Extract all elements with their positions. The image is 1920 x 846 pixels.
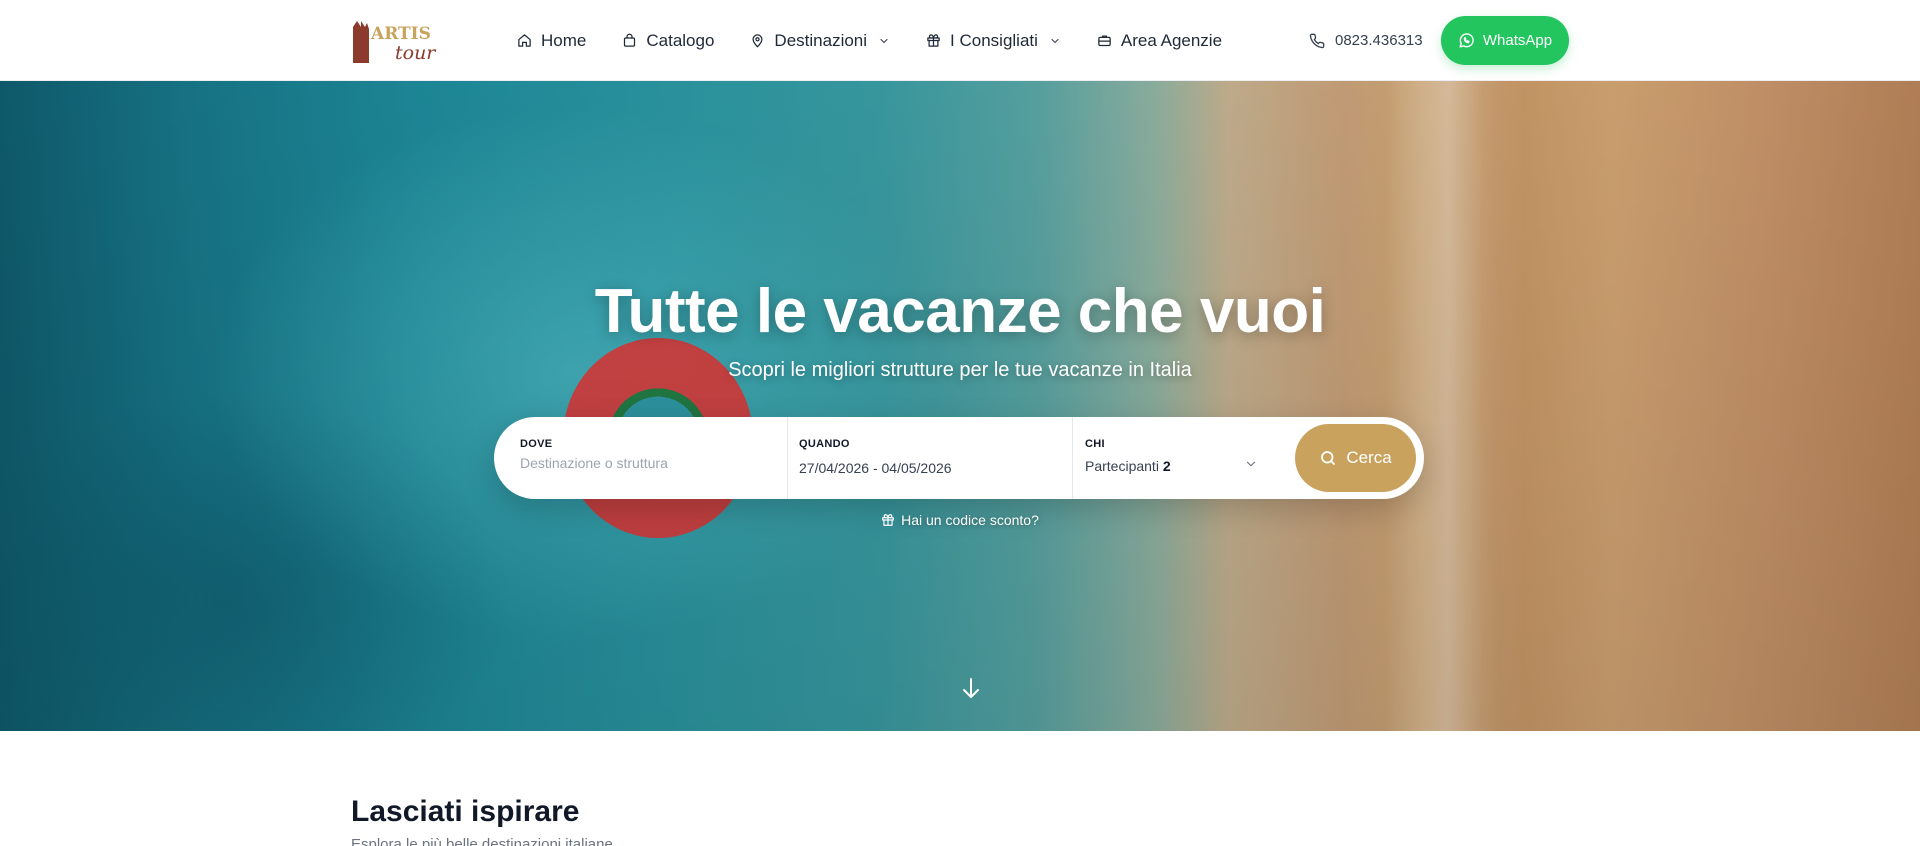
chevron-down-icon — [880, 38, 888, 43]
artis-tour-logo[interactable]: ARTIS tour — [351, 15, 443, 65]
section-subtitle: Esplora le più belle destinazioni italia… — [351, 836, 613, 846]
chevron-down-icon — [1246, 461, 1256, 467]
search-icon — [1321, 451, 1336, 465]
nav-consigliati-label: I Consigliati — [950, 30, 1038, 50]
date-range-input[interactable]: 27/04/2026 - 04/05/2026 — [799, 460, 952, 476]
svg-text:ARTIS: ARTIS — [370, 24, 431, 44]
search-field-chi[interactable]: CHI Partecipanti 2 — [1073, 417, 1278, 499]
nav-catalogo-label: Catalogo — [646, 30, 715, 50]
phone-icon — [1309, 33, 1325, 48]
section-title: Lasciati ispirare — [351, 795, 580, 828]
search-field-dove[interactable]: DOVE Destinazione o struttura — [494, 417, 788, 499]
search-bar: DOVE Destinazione o struttura QUANDO 27/… — [494, 417, 1424, 499]
nav-home[interactable]: Home — [517, 31, 586, 51]
participants-text: Partecipanti — [1085, 458, 1159, 474]
nav-consigliati[interactable]: I Consigliati — [926, 31, 1061, 51]
destination-input[interactable]: Destinazione o struttura — [520, 455, 668, 471]
gift-icon — [927, 34, 940, 47]
hero-banner: Tutte le vacanze che vuoi Scopri le migl… — [0, 81, 1920, 731]
discount-code-link[interactable]: Hai un codice sconto? — [0, 512, 1920, 528]
dove-label: DOVE — [520, 438, 553, 450]
nav-destinazioni-label: Destinazioni — [774, 30, 868, 50]
chi-label: CHI — [1085, 438, 1105, 450]
scroll-down-arrow[interactable] — [961, 676, 981, 705]
whatsapp-icon — [1459, 33, 1474, 48]
map-pin-icon — [752, 34, 763, 48]
chevron-down-icon — [1051, 38, 1059, 43]
phone-number: 0823.436313 — [1335, 32, 1423, 49]
search-button-label: Cerca — [1346, 448, 1392, 467]
site-header: ARTIS tour Home Catalogo Destinazioni I … — [0, 0, 1920, 81]
home-icon — [518, 34, 531, 47]
nav-destinazioni[interactable]: Destinazioni — [750, 31, 890, 51]
participants-count: 2 — [1162, 458, 1171, 474]
gift-icon — [882, 514, 894, 526]
nav-catalogo[interactable]: Catalogo — [622, 31, 714, 51]
nav-area-agenzie-label: Area Agenzie — [1120, 30, 1223, 50]
hero-subtitle: Scopri le migliori strutture per le tue … — [728, 359, 1192, 381]
whatsapp-label: WhatsApp — [1482, 32, 1553, 49]
quando-label: QUANDO — [799, 438, 850, 450]
search-button[interactable]: Cerca — [1295, 424, 1416, 492]
search-field-quando[interactable]: QUANDO 27/04/2026 - 04/05/2026 — [788, 417, 1073, 499]
main-nav: Home Catalogo Destinazioni I Consigliati… — [517, 0, 1258, 81]
discount-code-label: Hai un codice sconto? — [901, 512, 1039, 528]
bag-icon — [624, 33, 636, 47]
nav-area-agenzie[interactable]: Area Agenzie — [1097, 31, 1222, 51]
arrow-down-icon — [963, 678, 979, 698]
nav-home-label: Home — [541, 30, 587, 50]
participants-select[interactable]: Partecipanti 2 — [1085, 458, 1171, 474]
whatsapp-button[interactable]: WhatsApp — [1441, 16, 1569, 65]
svg-text:tour: tour — [395, 42, 437, 64]
briefcase-icon — [1098, 35, 1111, 47]
hero-title: Tutte le vacanze che vuoi — [594, 277, 1326, 346]
phone-link[interactable]: 0823.436313 — [1309, 0, 1423, 81]
